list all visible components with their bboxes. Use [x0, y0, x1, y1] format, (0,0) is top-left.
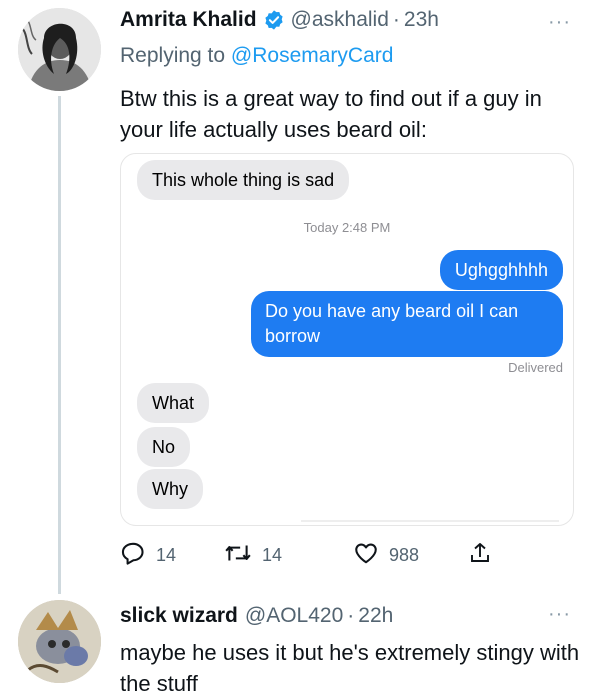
reply-author-avatar[interactable] [18, 600, 101, 683]
replying-prefix: Replying to [120, 44, 226, 67]
author-handle[interactable]: @askhalid [291, 8, 389, 32]
received-message: No [137, 427, 191, 467]
sent-message: Do you have any beard oil I can borrow [251, 291, 563, 357]
replying-to: Replying to @RosemaryCard [120, 44, 393, 68]
reply-count: 14 [156, 545, 177, 565]
reply-author-handle[interactable]: @AOL420 [245, 604, 343, 628]
message-timestamp: Today 2:48 PM [303, 220, 391, 235]
retweet-icon [224, 540, 262, 571]
retweet-button[interactable]: 14 [224, 540, 282, 571]
more-icon[interactable]: ··· [548, 604, 571, 624]
reply-author-name[interactable]: slick wizard [120, 604, 238, 628]
reply-button[interactable]: 14 [120, 540, 176, 571]
reply-icon [120, 540, 156, 571]
media-image[interactable]: This whole thing is sad Today 2:48 PM Ug… [120, 153, 574, 526]
like-icon [353, 540, 389, 571]
tweet-text: Btw this is a great way to find out if a… [120, 86, 542, 142]
thread-line [58, 96, 61, 594]
reply-header: slick wizard @AOL420 · 22h [120, 604, 393, 628]
retweet-count: 14 [262, 545, 283, 565]
share-button[interactable] [468, 540, 502, 571]
replying-mention-link[interactable]: @RosemaryCard [231, 44, 394, 67]
share-icon [468, 540, 502, 571]
received-message: Why [137, 469, 203, 509]
like-button[interactable]: 988 [353, 540, 419, 571]
author-avatar[interactable] [18, 8, 101, 91]
tweet-time[interactable]: 23h [404, 8, 439, 32]
verified-badge-icon [263, 9, 285, 31]
sent-message: Ughgghhhh [439, 250, 563, 290]
tweet-header: Amrita Khalid @askhalid · 23h [120, 8, 439, 32]
like-count: 988 [389, 545, 420, 565]
reply-time[interactable]: 22h [358, 604, 393, 628]
author-name[interactable]: Amrita Khalid [120, 8, 257, 32]
tweet-actions: 14 14 988 [120, 540, 500, 570]
divider [301, 520, 559, 522]
separator-dot: · [347, 604, 355, 627]
separator-dot: · [392, 8, 400, 31]
reply-text: maybe he uses it but he's extremely stin… [120, 640, 580, 696]
received-message: This whole thing is sad [137, 160, 350, 200]
delivered-status: Delivered [508, 360, 563, 375]
more-icon[interactable]: ··· [548, 12, 571, 32]
received-message: What [137, 383, 210, 423]
